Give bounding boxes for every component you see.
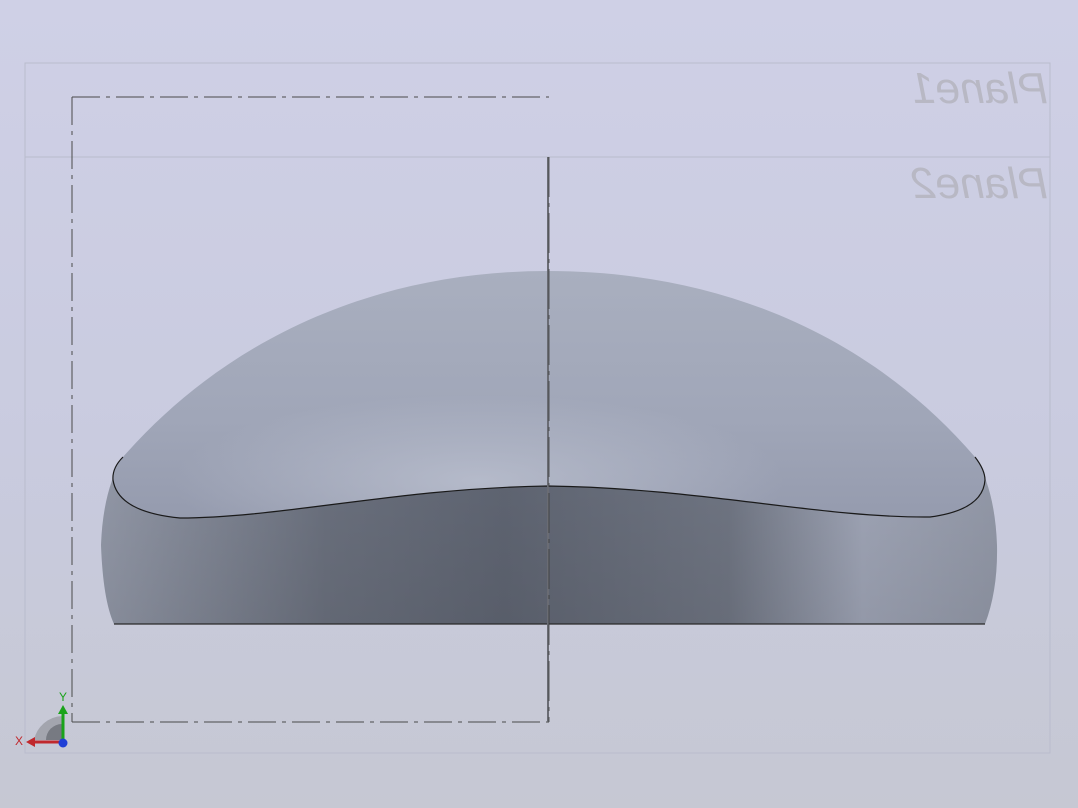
triad-x-label: X [15, 734, 23, 748]
triad-x-arrow-icon [26, 737, 35, 747]
graphics-viewport[interactable]: Plane1 Plane2 Y X [0, 0, 1078, 808]
triad-z-axis-icon [58, 738, 68, 748]
plane2-label: Plane2 [911, 159, 1048, 208]
triad-y-label: Y [59, 690, 67, 704]
triad-y-arrow-icon [58, 705, 68, 714]
plane1-label: Plane1 [911, 64, 1048, 113]
model-scene[interactable]: Plane1 Plane2 Y X [0, 0, 1078, 808]
plane2[interactable]: Plane2 [25, 156, 1050, 208]
reference-triad[interactable]: Y X [15, 690, 68, 748]
